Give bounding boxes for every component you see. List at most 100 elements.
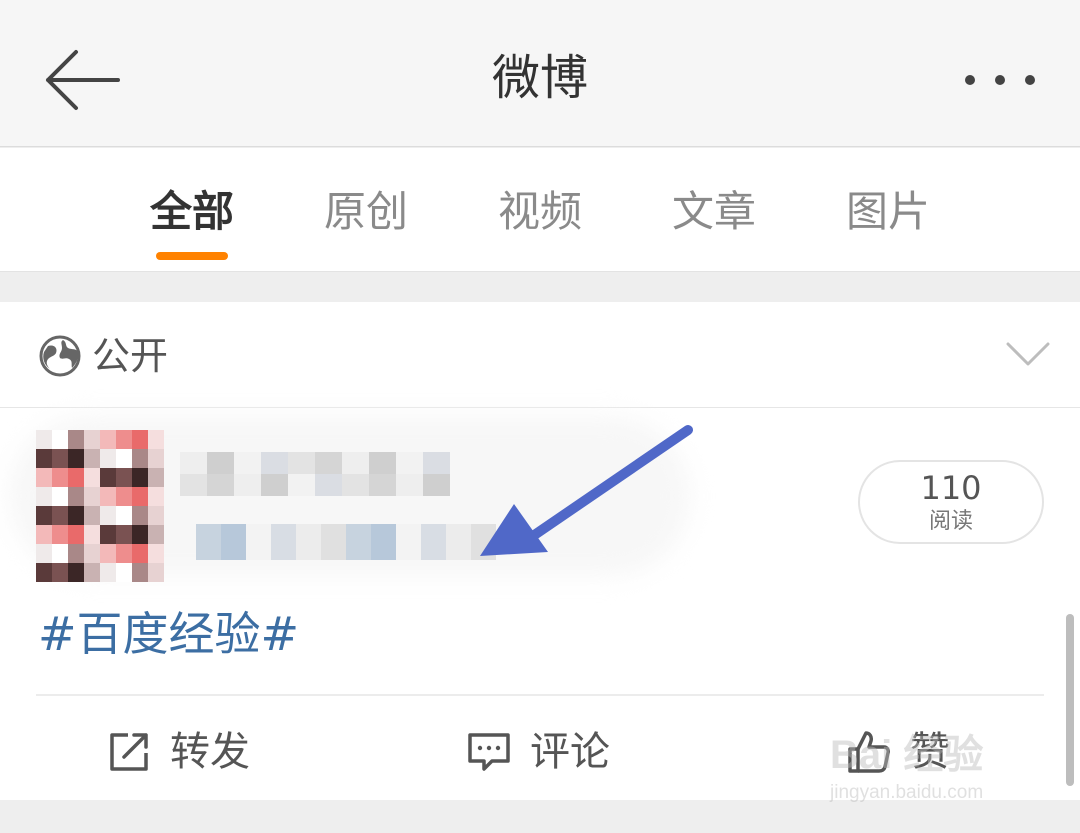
mosaic-cell xyxy=(148,449,164,468)
mosaic-cell xyxy=(246,524,271,542)
mosaic-cell xyxy=(132,525,148,544)
read-count-badge: 110 阅读 xyxy=(858,460,1044,544)
mosaic-cell xyxy=(207,474,234,496)
chevron-down-icon xyxy=(1006,342,1050,366)
visibility-selector[interactable]: 公开 xyxy=(0,302,1080,408)
more-button[interactable] xyxy=(960,60,1040,100)
mosaic-cell xyxy=(84,525,100,544)
tab-article[interactable]: 文章 xyxy=(654,186,774,238)
mosaic-cell xyxy=(68,487,84,506)
mosaic-cell xyxy=(396,474,423,496)
mosaic-cell xyxy=(315,474,342,496)
mosaic-cell xyxy=(396,524,421,542)
mosaic-cell xyxy=(148,430,164,449)
read-count: 110 xyxy=(920,469,982,507)
tab-video[interactable]: 视频 xyxy=(480,186,600,238)
page-title: 微博 xyxy=(491,50,588,106)
mosaic-cell xyxy=(315,452,342,474)
actions-divider xyxy=(36,694,1044,696)
mosaic-cell xyxy=(84,487,100,506)
mosaic-cell xyxy=(116,430,132,449)
topic-link[interactable]: #百度经验# xyxy=(38,604,299,664)
tab-all[interactable]: 全部 xyxy=(132,186,252,238)
mosaic-cell xyxy=(68,468,84,487)
mosaic-cell xyxy=(321,542,346,560)
mosaic-cell xyxy=(100,468,116,487)
avatar[interactable] xyxy=(36,430,164,582)
mosaic-cell xyxy=(84,468,100,487)
mosaic-cell xyxy=(371,524,396,542)
mosaic-cell xyxy=(148,525,164,544)
mosaic-cell xyxy=(84,430,100,449)
mosaic-cell xyxy=(261,474,288,496)
mosaic-cell xyxy=(68,544,84,563)
mosaic-cell xyxy=(68,506,84,525)
mosaic-cell xyxy=(369,452,396,474)
mosaic-cell xyxy=(100,430,116,449)
mosaic-cell xyxy=(68,449,84,468)
mosaic-cell xyxy=(132,544,148,563)
more-dots-icon xyxy=(965,75,1035,85)
mosaic-cell xyxy=(423,452,450,474)
mosaic-cell xyxy=(52,544,68,563)
mosaic-cell xyxy=(116,563,132,582)
mosaic-cell xyxy=(271,542,296,560)
mosaic-cell xyxy=(116,525,132,544)
tab-pictures[interactable]: 图片 xyxy=(828,186,948,238)
repost-button[interactable]: 转发 xyxy=(106,722,250,782)
mosaic-cell xyxy=(52,487,68,506)
mosaic-cell xyxy=(52,506,68,525)
tab-original[interactable]: 原创 xyxy=(306,186,426,238)
repost-icon xyxy=(110,733,148,771)
comment-label: 评论 xyxy=(530,729,610,775)
mosaic-cell xyxy=(288,452,315,474)
mosaic-cell xyxy=(36,506,52,525)
mosaic-cell xyxy=(342,474,369,496)
post-card: 公开 110 阅读 #百度经验# 转发 评论 赞 xyxy=(0,302,1080,800)
mosaic-cell xyxy=(52,430,68,449)
mosaic-cell xyxy=(421,542,446,560)
mosaic-cell xyxy=(68,563,84,582)
mosaic-cell xyxy=(52,468,68,487)
mosaic-cell xyxy=(446,524,471,542)
mosaic-cell xyxy=(180,474,207,496)
mosaic-cell xyxy=(234,452,261,474)
mosaic-cell xyxy=(446,542,471,560)
mosaic-cell xyxy=(132,468,148,487)
mosaic-cell xyxy=(100,487,116,506)
mosaic-cell xyxy=(116,544,132,563)
mosaic-cell xyxy=(369,474,396,496)
like-button[interactable]: 赞 xyxy=(846,722,950,782)
mosaic-cell xyxy=(288,474,315,496)
mosaic-cell xyxy=(68,430,84,449)
scrollbar[interactable] xyxy=(1066,614,1074,786)
mosaic-cell xyxy=(148,487,164,506)
mosaic-cell xyxy=(36,449,52,468)
mosaic-cell xyxy=(180,452,207,474)
mosaic-cell xyxy=(132,430,148,449)
mosaic-cell xyxy=(68,525,84,544)
repost-label: 转发 xyxy=(170,729,250,775)
mosaic-cell xyxy=(342,452,369,474)
mosaic-cell xyxy=(132,449,148,468)
mosaic-cell xyxy=(36,544,52,563)
mosaic-cell xyxy=(100,449,116,468)
like-label: 赞 xyxy=(910,729,950,775)
mosaic-cell xyxy=(261,452,288,474)
comment-button[interactable]: 评论 xyxy=(466,722,610,782)
mosaic-cell xyxy=(36,487,52,506)
mosaic-cell xyxy=(148,563,164,582)
mosaic-cell xyxy=(234,474,261,496)
post-meta-redacted xyxy=(196,524,496,560)
mosaic-cell xyxy=(132,563,148,582)
mosaic-cell xyxy=(271,524,296,542)
mosaic-cell xyxy=(84,544,100,563)
mosaic-cell xyxy=(36,468,52,487)
mosaic-cell xyxy=(396,542,421,560)
mosaic-cell xyxy=(100,544,116,563)
mosaic-cell xyxy=(196,524,221,542)
active-tab-indicator xyxy=(156,252,228,260)
mosaic-cell xyxy=(221,524,246,542)
mosaic-cell xyxy=(148,506,164,525)
filter-tabs: 全部 原创 视频 文章 图片 xyxy=(0,148,1080,272)
